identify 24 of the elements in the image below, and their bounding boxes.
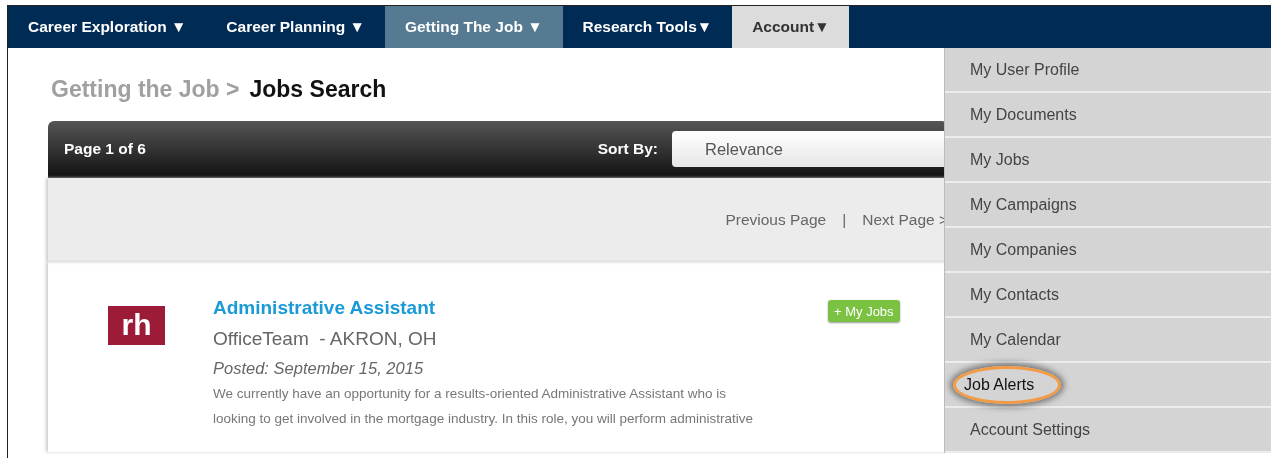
page-count: Page 1 of 6 [64, 139, 146, 160]
company-location: OfficeTeam - AKRON, OH [213, 326, 438, 351]
nav-tab[interactable]: Career Exploration ▼ [8, 6, 207, 48]
menu-item[interactable]: My Jobs [959, 142, 1041, 177]
sort-label: Sort By: [597, 139, 658, 160]
nav-tab[interactable]: Research Tools▼ [562, 6, 733, 48]
job-description-line: looking to get involved in the mortgage industry. In this role, you will perform administrative [213, 409, 754, 428]
menu-item[interactable]: My Contacts [959, 277, 1070, 312]
company-logo: rh [108, 305, 165, 345]
menu-item[interactable]: My Calendar [959, 322, 1072, 357]
menu-item[interactable]: Account Settings [959, 412, 1102, 447]
nav-tab[interactable]: Getting The Job ▼ [384, 6, 563, 48]
page-title: Jobs Search [249, 75, 387, 104]
nav-tab[interactable]: Account▼ [732, 6, 850, 48]
menu-item[interactable]: My Campaigns [959, 187, 1088, 222]
menu-item[interactable]: Job Alerts [953, 365, 1062, 404]
menu-item[interactable]: My User Profile [959, 52, 1091, 87]
menu-item[interactable]: My Documents [959, 97, 1088, 132]
job-description-line: We currently have an opportunity for a results-oriented Administrative Assistant who is [213, 384, 727, 403]
pager-separator: | [842, 209, 847, 230]
nav-tab[interactable]: Career Planning ▼ [206, 6, 385, 48]
previous-page-link[interactable]: Previous Page [725, 207, 827, 232]
posted-date: Posted: September 15, 2015 [213, 357, 425, 379]
menu-item[interactable]: My Companies [959, 232, 1088, 267]
